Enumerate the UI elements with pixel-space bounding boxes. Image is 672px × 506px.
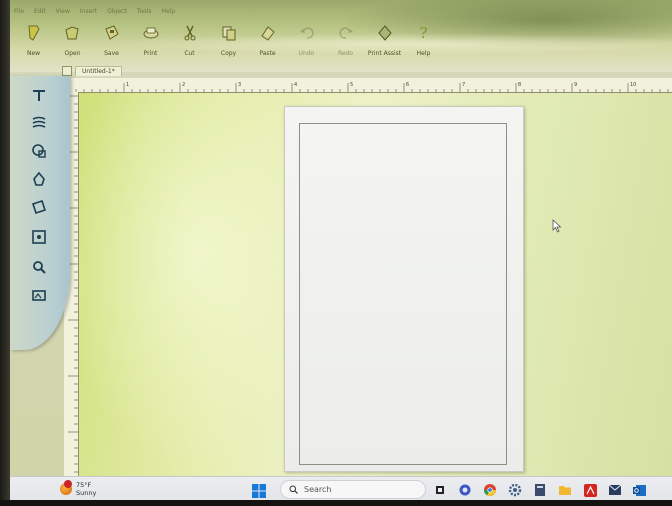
menu-bar: File Edit View Insert Object Tools Help bbox=[10, 4, 672, 18]
chat-icon[interactable] bbox=[455, 480, 475, 500]
horizontal-ruler-ticks: 1 2 3 4 5 6 7 8 9 10 bbox=[67, 82, 669, 92]
cut-label: Cut bbox=[184, 50, 195, 57]
ruler-number: 6 bbox=[406, 82, 409, 88]
print-assist-label: Print Assist bbox=[367, 50, 402, 57]
paste-button[interactable]: Paste bbox=[248, 22, 287, 68]
search-placeholder: Search bbox=[304, 485, 332, 494]
search-icon bbox=[289, 485, 298, 494]
document-icon bbox=[62, 66, 72, 76]
paste-icon bbox=[257, 22, 279, 44]
save-button[interactable]: Save bbox=[92, 22, 131, 68]
mail-icon[interactable] bbox=[605, 480, 625, 500]
paste-label: Paste bbox=[259, 50, 276, 57]
horizontal-ruler: 1 2 3 4 5 6 7 8 9 10 bbox=[64, 78, 672, 93]
windows-start-icon[interactable] bbox=[252, 483, 266, 498]
print-icon bbox=[140, 22, 162, 44]
taskbar-search[interactable]: Search bbox=[280, 480, 426, 499]
menu-help[interactable]: Help bbox=[161, 8, 175, 15]
menu-view[interactable]: View bbox=[56, 8, 70, 15]
frame-tool-icon[interactable] bbox=[28, 226, 50, 248]
weather-condition: Sunny bbox=[76, 489, 97, 497]
ruler-number: 10 bbox=[630, 82, 636, 88]
print-assist-icon bbox=[374, 22, 396, 44]
new-icon bbox=[23, 22, 45, 44]
open-button[interactable]: Open bbox=[53, 22, 92, 68]
copy-label: Copy bbox=[220, 50, 237, 57]
acrobat-icon[interactable] bbox=[580, 480, 600, 500]
blank-page[interactable] bbox=[284, 106, 524, 472]
document-tab-row: Untitled-1* bbox=[62, 66, 122, 76]
ruler-number: 1 bbox=[126, 82, 129, 88]
redo-icon bbox=[335, 22, 357, 44]
settings-icon[interactable] bbox=[505, 480, 525, 500]
page-margin-guide bbox=[299, 123, 507, 465]
ruler-number: 2 bbox=[182, 82, 185, 88]
shape-tool-icon[interactable] bbox=[28, 140, 50, 162]
ruler-number: 8 bbox=[518, 82, 521, 88]
monitor-bezel-left bbox=[0, 0, 10, 506]
help-label: Help bbox=[416, 50, 431, 57]
main-toolbar: New Open Save Print Cut Copy Paste Undo … bbox=[14, 22, 443, 68]
zoom-tool-icon[interactable] bbox=[28, 256, 50, 278]
cut-icon bbox=[179, 22, 201, 44]
tool-palette bbox=[10, 76, 70, 350]
new-button[interactable]: New bbox=[14, 22, 53, 68]
menu-insert[interactable]: Insert bbox=[80, 8, 97, 15]
menu-file[interactable]: File bbox=[14, 8, 24, 15]
file-explorer-icon[interactable] bbox=[430, 480, 450, 500]
open-label: Open bbox=[64, 50, 81, 57]
undo-button[interactable]: Undo bbox=[287, 22, 326, 68]
save-label: Save bbox=[104, 50, 119, 57]
calculator-icon[interactable] bbox=[530, 480, 550, 500]
ruler-number: 9 bbox=[574, 82, 577, 88]
weather-widget[interactable]: 75°F Sunny bbox=[60, 480, 97, 497]
save-icon bbox=[101, 22, 123, 44]
weather-temperature: 75°F bbox=[76, 481, 92, 489]
windows-taskbar: 75°F Sunny Search bbox=[10, 476, 672, 503]
ruler-number: 4 bbox=[294, 82, 297, 88]
clipart-tool-icon[interactable] bbox=[28, 168, 50, 190]
text-tool-icon[interactable] bbox=[28, 84, 50, 106]
mouse-pointer-icon bbox=[552, 218, 562, 237]
chrome-icon[interactable] bbox=[480, 480, 500, 500]
taskbar-apps bbox=[430, 480, 650, 500]
menu-object[interactable]: Object bbox=[107, 8, 127, 15]
redo-button[interactable]: Redo bbox=[326, 22, 365, 68]
copy-button[interactable]: Copy bbox=[209, 22, 248, 68]
sun-icon bbox=[60, 480, 72, 495]
print-button[interactable]: Print bbox=[131, 22, 170, 68]
folder-icon[interactable] bbox=[555, 480, 575, 500]
outlook-icon[interactable] bbox=[630, 480, 650, 500]
redo-label: Redo bbox=[337, 50, 354, 57]
screen: File Edit View Insert Object Tools Help … bbox=[0, 0, 672, 506]
help-icon: ? bbox=[419, 24, 428, 42]
copy-icon bbox=[218, 22, 240, 44]
photo-tool-icon[interactable] bbox=[28, 284, 50, 306]
open-icon bbox=[62, 22, 84, 44]
ruler-number: 7 bbox=[462, 82, 465, 88]
ruler-number: 3 bbox=[238, 82, 241, 88]
print-assist-button[interactable]: Print Assist bbox=[365, 22, 404, 68]
undo-label: Undo bbox=[298, 50, 315, 57]
document-tab[interactable]: Untitled-1* bbox=[75, 66, 122, 76]
ruler-number: 5 bbox=[350, 82, 353, 88]
monitor-bezel-bottom bbox=[0, 500, 672, 506]
menu-tools[interactable]: Tools bbox=[137, 8, 152, 15]
print-label: Print bbox=[143, 50, 158, 57]
undo-icon bbox=[296, 22, 318, 44]
help-button[interactable]: ? Help bbox=[404, 22, 443, 68]
cut-button[interactable]: Cut bbox=[170, 22, 209, 68]
warp-text-icon[interactable] bbox=[28, 112, 50, 134]
new-label: New bbox=[26, 50, 41, 57]
menu-edit[interactable]: Edit bbox=[34, 8, 46, 15]
picture-tool-icon[interactable] bbox=[28, 196, 50, 218]
